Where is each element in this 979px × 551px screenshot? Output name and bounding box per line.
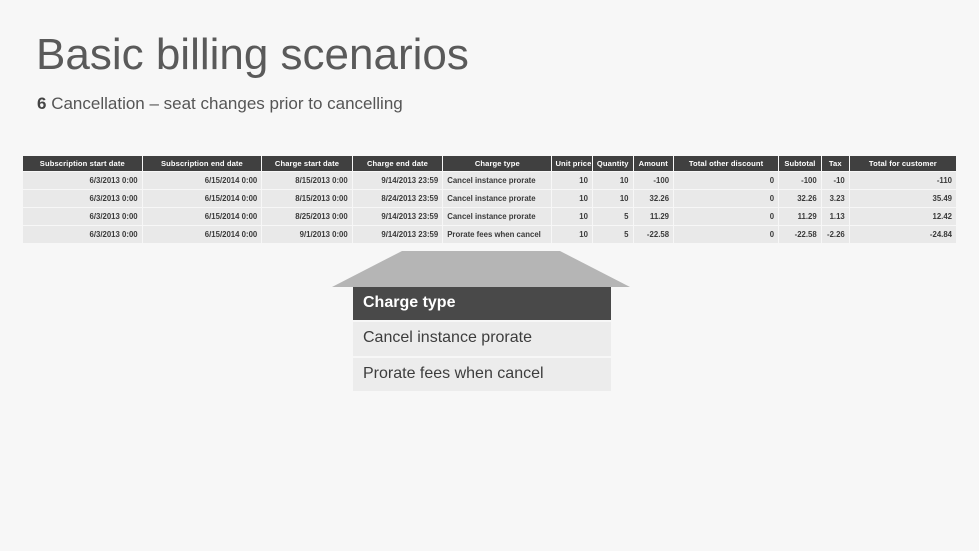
cell-amount: 11.29 — [633, 208, 674, 225]
table-row: 6/3/2013 0:00 6/15/2014 0:00 8/15/2013 0… — [23, 190, 956, 207]
column-header-charge-end-date: Charge end date — [352, 156, 443, 171]
cell-subscription-end-date: 6/15/2014 0:00 — [142, 226, 262, 243]
column-header-subtotal: Subtotal — [779, 156, 821, 171]
cell-subscription-end-date: 6/15/2014 0:00 — [142, 190, 262, 207]
cell-subtotal: -100 — [779, 172, 821, 189]
column-header-charge-type: Charge type — [443, 156, 552, 171]
cell-charge-type: Cancel instance prorate — [443, 190, 552, 207]
cell-unit-price: 10 — [552, 190, 592, 207]
cell-total-other-discount: 0 — [674, 208, 779, 225]
cell-quantity: 10 — [592, 172, 633, 189]
billing-table: Subscription start date Subscription end… — [22, 155, 957, 244]
cell-subtotal: 11.29 — [779, 208, 821, 225]
cell-tax: -10 — [821, 172, 849, 189]
cell-charge-type: Prorate fees when cancel — [443, 226, 552, 243]
table-row: 6/3/2013 0:00 6/15/2014 0:00 8/15/2013 0… — [23, 172, 956, 189]
cell-total-other-discount: 0 — [674, 190, 779, 207]
cell-charge-end-date: 9/14/2013 23:59 — [352, 172, 443, 189]
cell-subscription-start-date: 6/3/2013 0:00 — [23, 226, 142, 243]
table-row: 6/3/2013 0:00 6/15/2014 0:00 9/1/2013 0:… — [23, 226, 956, 243]
column-header-quantity: Quantity — [592, 156, 633, 171]
cell-amount: 32.26 — [633, 190, 674, 207]
cell-charge-start-date: 8/25/2013 0:00 — [262, 208, 352, 225]
cell-subtotal: -22.58 — [779, 226, 821, 243]
cell-charge-end-date: 9/14/2013 23:59 — [352, 208, 443, 225]
cell-charge-end-date: 8/24/2013 23:59 — [352, 190, 443, 207]
callout-item-prorate-fees-when-cancel: Prorate fees when cancel — [353, 357, 611, 392]
subtitle-text: Cancellation – seat changes prior to can… — [46, 94, 403, 113]
cell-quantity: 10 — [592, 190, 633, 207]
cell-unit-price: 10 — [552, 172, 592, 189]
cell-subscription-start-date: 6/3/2013 0:00 — [23, 190, 142, 207]
cell-amount: -100 — [633, 172, 674, 189]
cell-subscription-start-date: 6/3/2013 0:00 — [23, 172, 142, 189]
table-row: 6/3/2013 0:00 6/15/2014 0:00 8/25/2013 0… — [23, 208, 956, 225]
cell-tax: 3.23 — [821, 190, 849, 207]
callout-item-cancel-instance-prorate: Cancel instance prorate — [353, 322, 611, 356]
cell-amount: -22.58 — [633, 226, 674, 243]
column-header-total-other-discount: Total other discount — [674, 156, 779, 171]
callout-header-charge-type: Charge type — [353, 287, 611, 321]
cell-total-for-customer: 35.49 — [849, 190, 956, 207]
cell-subscription-start-date: 6/3/2013 0:00 — [23, 208, 142, 225]
cell-quantity: 5 — [592, 226, 633, 243]
cell-charge-start-date: 8/15/2013 0:00 — [262, 190, 352, 207]
cell-charge-start-date: 8/15/2013 0:00 — [262, 172, 352, 189]
cell-tax: 1.13 — [821, 208, 849, 225]
cell-tax: -2.26 — [821, 226, 849, 243]
column-header-subscription-end-date: Subscription end date — [142, 156, 262, 171]
column-header-total-for-customer: Total for customer — [849, 156, 956, 171]
cell-charge-type: Cancel instance prorate — [443, 208, 552, 225]
column-header-unit-price: Unit price — [552, 156, 592, 171]
cell-subscription-end-date: 6/15/2014 0:00 — [142, 208, 262, 225]
table-header-row: Subscription start date Subscription end… — [23, 156, 956, 171]
cell-unit-price: 10 — [552, 208, 592, 225]
cell-charge-start-date: 9/1/2013 0:00 — [262, 226, 352, 243]
cell-quantity: 5 — [592, 208, 633, 225]
column-header-charge-start-date: Charge start date — [262, 156, 352, 171]
cell-unit-price: 10 — [552, 226, 592, 243]
cell-total-for-customer: -110 — [849, 172, 956, 189]
column-header-subscription-start-date: Subscription start date — [23, 156, 142, 171]
page-subtitle: 6 Cancellation – seat changes prior to c… — [37, 94, 403, 114]
callout-cone-shape — [332, 251, 630, 287]
cell-charge-end-date: 9/14/2013 23:59 — [352, 226, 443, 243]
cell-charge-type: Cancel instance prorate — [443, 172, 552, 189]
page-title: Basic billing scenarios — [36, 30, 469, 79]
billing-table-container: Subscription start date Subscription end… — [22, 155, 957, 244]
cell-total-for-customer: 12.42 — [849, 208, 956, 225]
column-header-amount: Amount — [633, 156, 674, 171]
cell-total-other-discount: 0 — [674, 172, 779, 189]
cell-total-other-discount: 0 — [674, 226, 779, 243]
cell-total-for-customer: -24.84 — [849, 226, 956, 243]
cell-subscription-end-date: 6/15/2014 0:00 — [142, 172, 262, 189]
charge-type-callout: Charge type Cancel instance prorate Pror… — [353, 287, 611, 392]
cell-subtotal: 32.26 — [779, 190, 821, 207]
column-header-tax: Tax — [821, 156, 849, 171]
